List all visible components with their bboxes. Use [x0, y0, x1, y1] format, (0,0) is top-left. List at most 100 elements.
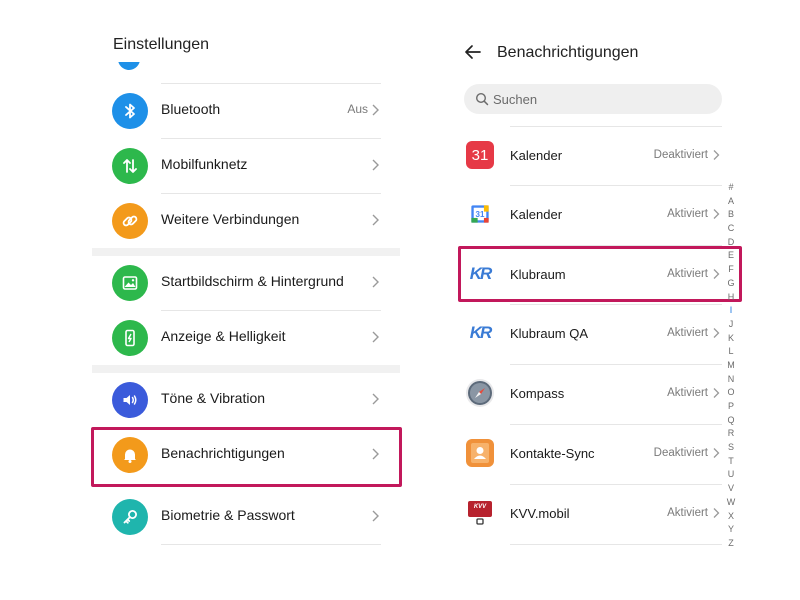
alphabet-letter[interactable]: Y	[724, 523, 738, 537]
alphabet-letter[interactable]: D	[724, 236, 738, 250]
app-label: Kontakte-Sync	[510, 446, 595, 461]
wallpaper-icon	[112, 265, 148, 301]
alphabet-letter[interactable]: W	[724, 496, 738, 510]
search-bar[interactable]	[464, 84, 722, 114]
screen: Einstellungen Bluetooth Aus Mobilfunknet…	[0, 0, 800, 600]
settings-item-label: Mobilfunknetz	[161, 156, 248, 172]
bluetooth-status: Aus	[347, 102, 368, 116]
app-item-google-kalender[interactable]: 31 Kalender Aktiviert	[460, 185, 730, 245]
chevron-right-icon	[372, 159, 379, 171]
kvv-logo-text: KVV	[473, 504, 487, 510]
alphabet-letter[interactable]: L	[724, 345, 738, 359]
chevron-right-icon	[372, 276, 379, 288]
alphabet-letter[interactable]: N	[724, 373, 738, 387]
app-status: Aktiviert	[667, 208, 708, 220]
settings-item-label: Anzeige & Helligkeit	[161, 328, 286, 344]
settings-item-home-screen-wallpaper[interactable]: Startbildschirm & Hintergrund	[92, 255, 400, 311]
link-icon	[112, 203, 148, 239]
chevron-right-icon	[372, 393, 379, 405]
contacts-icon	[466, 439, 494, 467]
settings-item-sounds-vibration[interactable]: Töne & Vibration	[92, 372, 400, 428]
chevron-right-icon	[372, 214, 379, 226]
kvv-mobil-icon: KVV	[466, 499, 494, 527]
settings-item-label: Startbildschirm & Hintergrund	[161, 273, 344, 289]
alphabet-letter[interactable]: Z	[724, 537, 738, 551]
alphabet-letter[interactable]: X	[724, 510, 738, 524]
alphabet-letter[interactable]: O	[724, 386, 738, 400]
settings-item-display-brightness[interactable]: Anzeige & Helligkeit	[92, 310, 400, 366]
app-label: Kalender	[510, 148, 563, 163]
calendar-icon-text: 31	[471, 146, 489, 164]
settings-item-mobile-network[interactable]: Mobilfunknetz	[92, 138, 400, 194]
alphabet-letter[interactable]: P	[724, 400, 738, 414]
chevron-right-icon	[713, 209, 720, 219]
alphabet-letter[interactable]: V	[724, 482, 738, 496]
app-status: Aktiviert	[667, 507, 708, 519]
chevron-right-icon	[713, 388, 720, 398]
klubraum-qa-icon: KR	[466, 319, 494, 347]
settings-item-more-connections[interactable]: Weitere Verbindungen	[92, 193, 400, 249]
app-item-kontakte-sync[interactable]: Kontakte-Sync Deaktiviert	[460, 424, 730, 484]
app-item-kalender[interactable]: 31 Kalender Deaktiviert	[460, 126, 730, 186]
alphabet-letter[interactable]: G	[724, 277, 738, 291]
app-status: Aktiviert	[667, 387, 708, 399]
settings-item-label: Biometrie & Passwort	[161, 507, 295, 523]
settings-item-label: Bluetooth	[161, 101, 221, 117]
alphabet-index[interactable]: # A B C D E F G H I J K L M N O P Q R S T U V W X Y Z	[724, 181, 738, 551]
app-label: Kalender	[510, 207, 563, 222]
app-status: Deaktiviert	[653, 149, 708, 161]
alphabet-letter[interactable]: B	[724, 208, 738, 222]
app-item-kvv-mobil[interactable]: KVV KVV.mobil Aktiviert	[460, 484, 730, 544]
highlight-box-notifications	[91, 427, 402, 487]
chevron-right-icon	[713, 448, 720, 458]
app-label: Kompass	[510, 386, 565, 401]
chevron-right-icon	[372, 331, 379, 343]
key-icon	[112, 499, 148, 535]
chevron-right-icon	[372, 104, 379, 116]
settings-title: Einstellungen	[113, 36, 210, 53]
settings-item-label: Töne & Vibration	[161, 390, 266, 406]
chevron-right-icon	[713, 508, 720, 518]
app-status: Aktiviert	[667, 327, 708, 339]
alphabet-letter[interactable]: Q	[724, 414, 738, 428]
alphabet-letter[interactable]: J	[724, 318, 738, 332]
search-icon	[475, 92, 489, 106]
alphabet-letter[interactable]: H	[724, 291, 738, 305]
chevron-right-icon	[372, 510, 379, 522]
app-status: Deaktiviert	[653, 447, 708, 459]
alphabet-letter[interactable]: U	[724, 468, 738, 482]
app-label: KVV.mobil	[510, 506, 570, 521]
chevron-right-icon	[713, 150, 720, 160]
mobile-data-icon	[112, 148, 148, 184]
alphabet-letter[interactable]: M	[724, 359, 738, 373]
bluetooth-icon	[112, 93, 148, 129]
calendar-red-icon: 31	[466, 141, 494, 169]
alphabet-letter[interactable]: I	[724, 304, 738, 318]
klubraum-logo-text: KR	[469, 323, 493, 342]
back-arrow-icon[interactable]	[463, 42, 483, 62]
notifications-title: Benachrichtigungen	[497, 44, 639, 61]
chevron-right-icon	[713, 328, 720, 338]
calendar-icon-text: 31	[475, 209, 485, 219]
google-calendar-icon: 31	[466, 200, 494, 228]
alphabet-letter[interactable]: S	[724, 441, 738, 455]
divider	[161, 544, 381, 545]
alphabet-letter[interactable]: F	[724, 263, 738, 277]
contacts-graphic	[471, 443, 489, 463]
highlight-box-klubraum	[458, 246, 742, 302]
alphabet-letter[interactable]: A	[724, 195, 738, 209]
alphabet-letter[interactable]: T	[724, 455, 738, 469]
settings-item-label: Weitere Verbindungen	[161, 211, 300, 227]
alphabet-letter[interactable]: E	[724, 249, 738, 263]
settings-item-bluetooth[interactable]: Bluetooth Aus	[92, 83, 400, 139]
alphabet-letter[interactable]: R	[724, 427, 738, 441]
app-label: Klubraum QA	[510, 326, 589, 341]
app-item-klubraum-qa[interactable]: KR Klubraum QA Aktiviert	[460, 304, 730, 364]
search-input[interactable]	[493, 84, 713, 114]
alphabet-letter[interactable]: C	[724, 222, 738, 236]
compass-graphic	[468, 381, 492, 405]
alphabet-letter[interactable]: K	[724, 332, 738, 346]
alphabet-letter[interactable]: #	[724, 181, 738, 195]
app-item-kompass[interactable]: Kompass Aktiviert	[460, 364, 730, 424]
settings-item-biometrics-password[interactable]: Biometrie & Passwort	[92, 489, 400, 545]
